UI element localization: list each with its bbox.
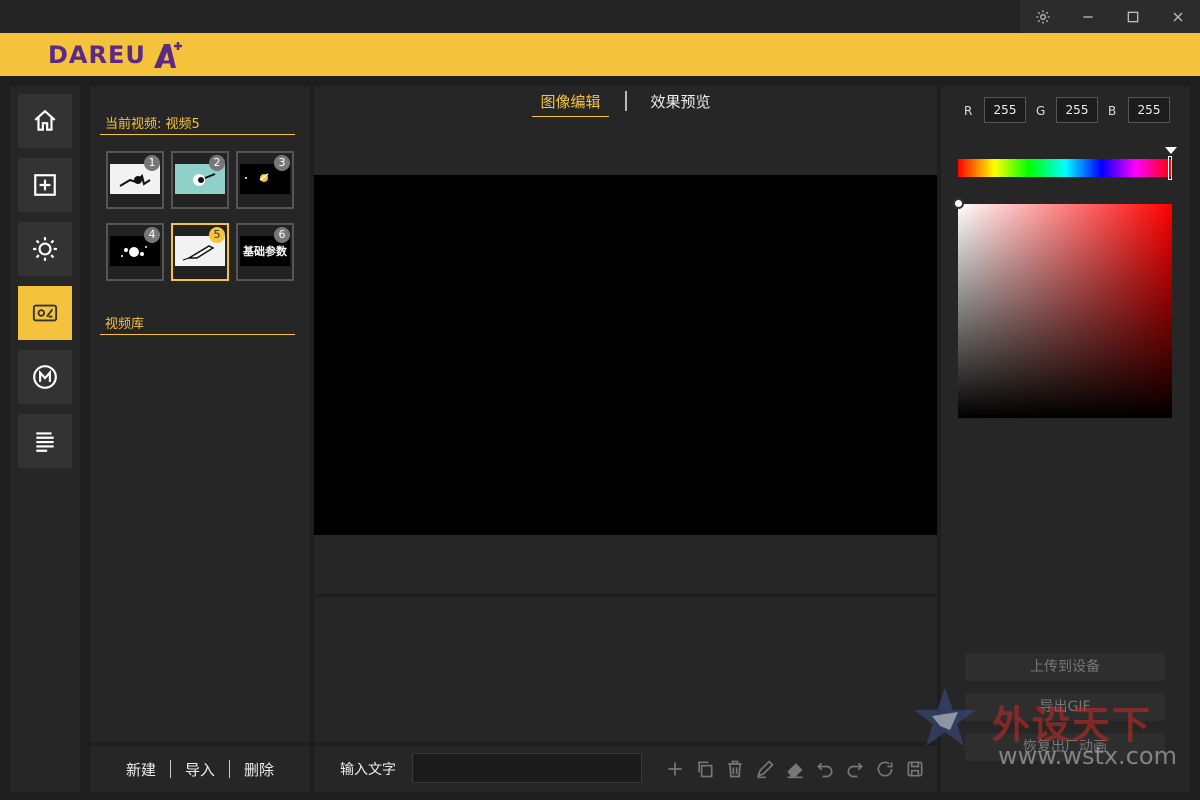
- current-video-title: 当前视频: 视频5: [105, 117, 200, 132]
- pencil-icon: [757, 760, 774, 779]
- video-thumbnail-1[interactable]: 1: [106, 151, 164, 209]
- maximize-button[interactable]: [1110, 0, 1155, 33]
- redo-icon: [847, 762, 863, 778]
- nav-home[interactable]: [18, 94, 72, 148]
- new-button[interactable]: 新建: [112, 759, 170, 780]
- plus-icon: [668, 762, 682, 776]
- trash-icon: [728, 760, 742, 778]
- hue-slider[interactable]: [958, 159, 1172, 177]
- left-navigation: [10, 86, 80, 792]
- screen-icon: [32, 304, 58, 322]
- thumbnail-number: 2: [209, 155, 225, 171]
- minimize-button[interactable]: [1065, 0, 1110, 33]
- text-toolbar: 输入文字: [314, 746, 937, 792]
- hue-arrow-icon: [1165, 147, 1177, 154]
- video-library-title: 视频库: [105, 317, 145, 332]
- undo-icon: [817, 762, 833, 778]
- nav-add[interactable]: [18, 158, 72, 212]
- thumbnail-number: 3: [274, 155, 290, 171]
- text-input-label: 输入文字: [340, 762, 396, 778]
- home-icon: [34, 109, 56, 131]
- editor-tabs: 图像编辑 效果预览: [314, 86, 937, 120]
- r-input[interactable]: 255: [984, 97, 1026, 123]
- nav-macro[interactable]: [18, 350, 72, 404]
- macro-m-icon: [33, 365, 57, 389]
- video-thumbnail-2[interactable]: 2: [171, 151, 229, 209]
- nav-lighting[interactable]: [18, 222, 72, 276]
- settings-button[interactable]: [1020, 0, 1065, 33]
- watermark-url: www.wstx.com: [998, 742, 1177, 770]
- upload-to-device-button[interactable]: 上传到设备: [965, 653, 1165, 681]
- saturation-value-picker[interactable]: [958, 204, 1172, 418]
- image-editor: 图像编辑 效果预览: [314, 86, 937, 594]
- thumbnail-number: 4: [144, 227, 160, 243]
- a-plus-logo-icon: [153, 42, 182, 68]
- thumbnail-number: 5: [209, 227, 225, 243]
- refresh-button[interactable]: [870, 756, 900, 782]
- sun-icon: [33, 237, 57, 261]
- hue-slider-handle[interactable]: [1168, 156, 1172, 180]
- eraser-tool[interactable]: [780, 756, 810, 782]
- copy-icon: [698, 761, 713, 778]
- video-actions: 新建 导入 删除: [90, 746, 310, 792]
- watermark: 外设天下 www.wstx.com: [910, 686, 1190, 776]
- video-thumbnail-3[interactable]: 3: [236, 151, 294, 209]
- divider: [100, 134, 295, 135]
- logo-text: DAREU: [48, 41, 146, 69]
- video-thumbnail-5[interactable]: 5: [171, 223, 229, 281]
- copy-frame-button[interactable]: [690, 756, 720, 782]
- close-icon: [1173, 12, 1182, 21]
- watermark-text: 外设天下: [992, 703, 1153, 747]
- thumbnail-number: 1: [144, 155, 160, 171]
- rgb-inputs: R 255 G 255 B 255: [941, 97, 1190, 125]
- edit-tools: [660, 756, 930, 782]
- close-button[interactable]: [1155, 0, 1200, 33]
- minimize-icon: [1082, 15, 1093, 18]
- b-label: B: [1108, 104, 1117, 118]
- maximize-icon: [1127, 11, 1138, 22]
- pencil-tool[interactable]: [750, 756, 780, 782]
- divider: [100, 334, 295, 335]
- redo-button[interactable]: [840, 756, 870, 782]
- tab-effect-preview[interactable]: 效果预览: [643, 91, 719, 116]
- tab-image-edit[interactable]: 图像编辑: [532, 91, 609, 117]
- list-icon: [36, 432, 54, 452]
- dareu-logo: DAREU: [48, 40, 186, 70]
- title-bar: [0, 0, 1200, 33]
- nav-settings-list[interactable]: [18, 414, 72, 468]
- video-thumbnail-4[interactable]: 4: [106, 223, 164, 281]
- window-controls: [1020, 0, 1200, 33]
- delete-button[interactable]: 删除: [230, 759, 288, 780]
- star-mascot-logo-icon: [914, 688, 976, 746]
- r-label: R: [964, 104, 973, 118]
- edit-canvas[interactable]: [314, 175, 937, 535]
- nav-screen[interactable]: [18, 286, 72, 340]
- thumbnail-number: 6: [274, 227, 290, 243]
- add-frame-button[interactable]: [660, 756, 690, 782]
- g-input[interactable]: 255: [1056, 97, 1098, 123]
- gear-icon: [1035, 9, 1050, 24]
- eraser-icon: [787, 763, 803, 779]
- video-panel: 当前视频: 视频5 1 2 3 4 5 基础参数 6 视频库: [90, 86, 310, 742]
- refresh-icon: [877, 761, 893, 777]
- brand-bar: DAREU: [0, 33, 1200, 76]
- undo-button[interactable]: [810, 756, 840, 782]
- frame-strip[interactable]: [314, 597, 937, 742]
- color-picker-handle[interactable]: [953, 198, 964, 209]
- b-input[interactable]: 255: [1128, 97, 1170, 123]
- text-input[interactable]: [412, 753, 642, 783]
- g-label: G: [1036, 104, 1046, 118]
- add-square-icon: [34, 174, 56, 196]
- tab-separator: [624, 91, 627, 111]
- delete-frame-button[interactable]: [720, 756, 750, 782]
- thumbnail-label: 基础参数: [243, 245, 287, 258]
- import-button[interactable]: 导入: [171, 759, 229, 780]
- video-thumbnail-6[interactable]: 基础参数 6: [236, 223, 294, 281]
